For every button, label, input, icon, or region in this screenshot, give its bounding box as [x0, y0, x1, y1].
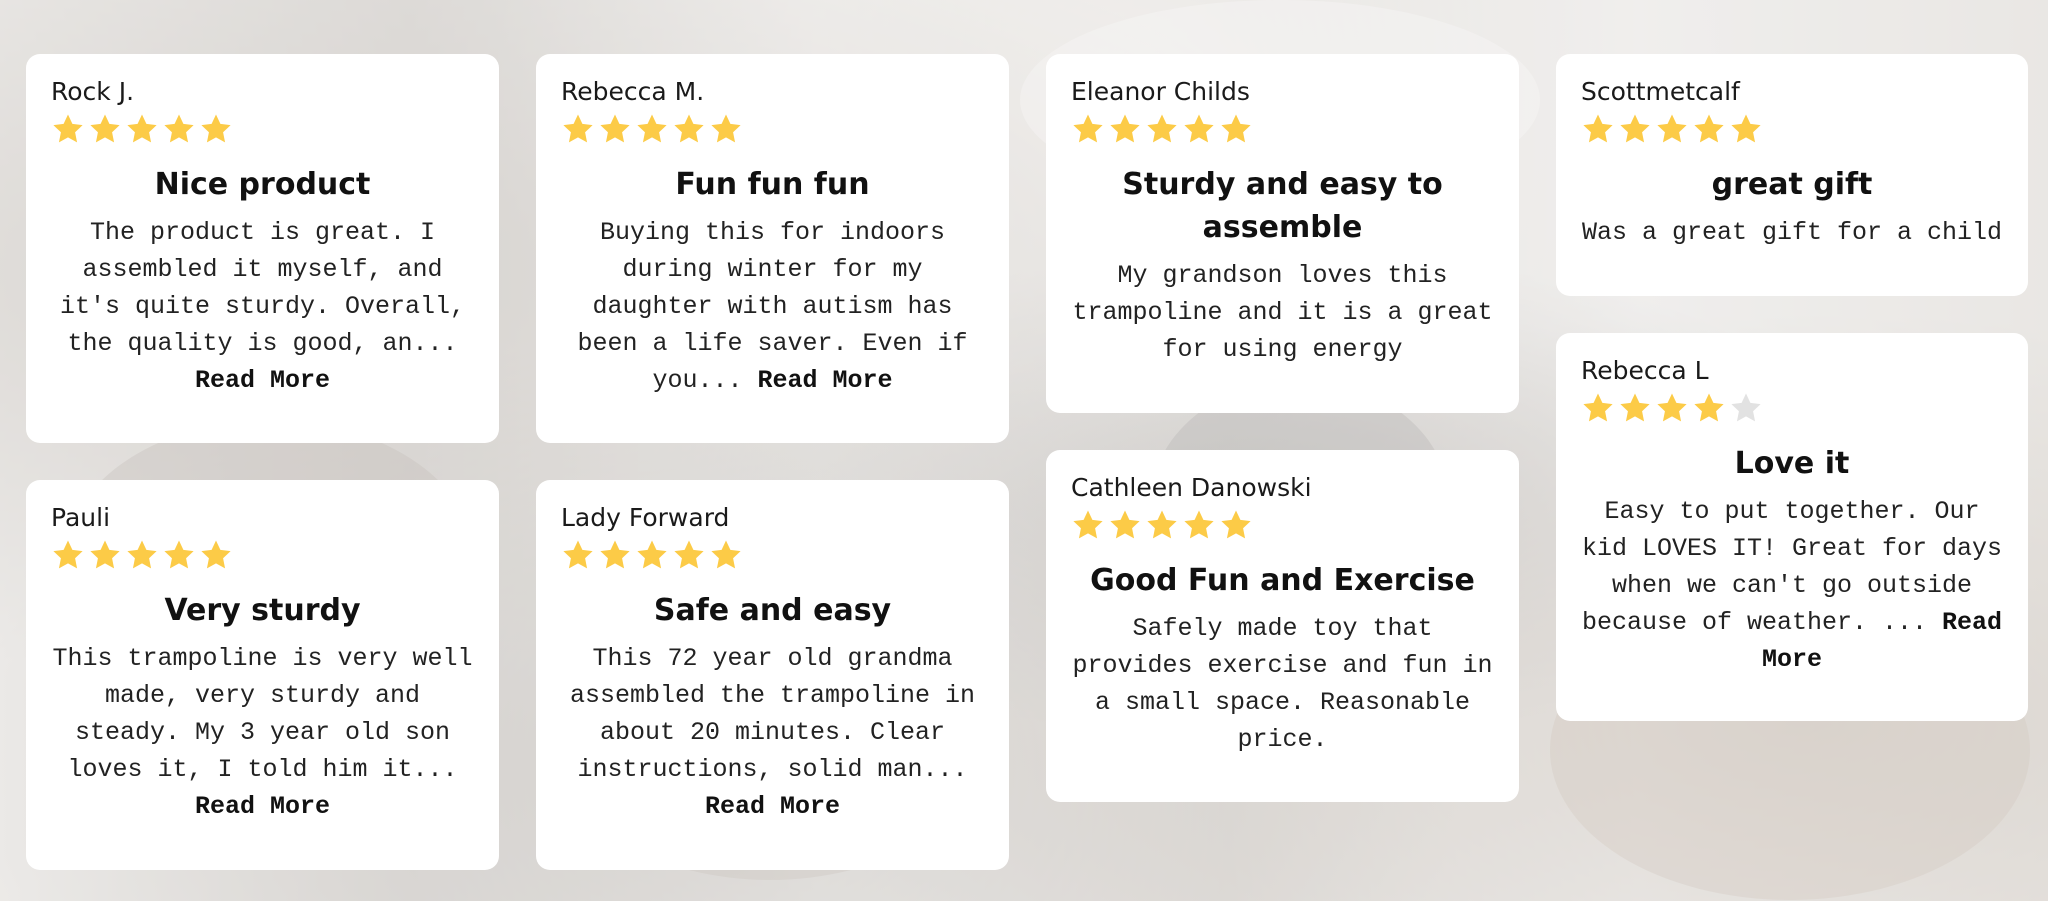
review-card: Lady Forward Safe and easy This 72 year … — [536, 480, 1009, 870]
review-text: My grandson loves this trampoline and it… — [1072, 261, 1493, 364]
star-filled-icon — [637, 540, 667, 569]
star-filled-icon — [1583, 393, 1613, 422]
star-filled-icon — [674, 540, 704, 569]
review-card: Rock J. Nice product The product is grea… — [26, 54, 499, 443]
star-filled-icon — [53, 114, 83, 143]
star-filled-icon — [164, 114, 194, 143]
review-text: This trampoline is very well made, very … — [52, 644, 473, 784]
review-author: Rock J. — [51, 77, 135, 106]
review-author: Lady Forward — [561, 503, 730, 532]
review-text: Was a great gift for a child — [1581, 218, 2003, 247]
review-body: Safely made toy that provides exercise a… — [1071, 610, 1494, 758]
read-more-link[interactable]: Read More — [705, 792, 840, 821]
review-author: Eleanor Childs — [1071, 77, 1250, 106]
star-filled-icon — [201, 114, 231, 143]
star-filled-icon — [1110, 510, 1140, 539]
review-card: Rebecca L Love it Easy to put together. … — [1556, 333, 2028, 721]
review-author: Pauli — [51, 503, 111, 532]
star-filled-icon — [90, 540, 120, 569]
read-more-link[interactable]: Read More — [195, 366, 330, 395]
review-title: Safe and easy — [653, 593, 892, 628]
star-filled-icon — [1073, 510, 1103, 539]
review-text: Easy to put together. Our kid LOVES IT! … — [1581, 497, 2003, 637]
review-author: Scottmetcalf — [1581, 77, 1740, 106]
star-rating — [1581, 391, 2003, 425]
star-filled-icon — [1221, 510, 1251, 539]
star-rating — [561, 538, 984, 572]
review-author: Rebecca L — [1581, 356, 1709, 385]
review-body: The product is great. I assembled it mys… — [51, 214, 474, 399]
star-rating — [1071, 112, 1494, 146]
review-card: Scottmetcalf great gift Was a great gift… — [1556, 54, 2028, 296]
star-filled-icon — [563, 114, 593, 143]
read-more-link[interactable]: Read More — [195, 792, 330, 821]
star-filled-icon — [1110, 114, 1140, 143]
review-text: Safely made toy that provides exercise a… — [1072, 614, 1493, 754]
review-card: Rebecca M. Fun fun fun Buying this for i… — [536, 54, 1009, 443]
review-card: Eleanor Childs Sturdy and easy to assemb… — [1046, 54, 1519, 413]
review-card: Cathleen Danowski Good Fun and Exercise … — [1046, 450, 1519, 802]
review-author: Rebecca M. — [561, 77, 705, 106]
review-body: Easy to put together. Our kid LOVES IT! … — [1581, 493, 2003, 678]
review-title: Nice product — [154, 167, 371, 202]
star-filled-icon — [1694, 393, 1724, 422]
review-title: great gift — [1711, 167, 1873, 202]
star-filled-icon — [201, 540, 231, 569]
review-body: Buying this for indoors during winter fo… — [561, 214, 984, 399]
star-filled-icon — [600, 540, 630, 569]
review-author: Cathleen Danowski — [1071, 473, 1312, 502]
star-filled-icon — [1184, 114, 1214, 143]
star-rating — [1071, 508, 1494, 542]
star-filled-icon — [1694, 114, 1724, 143]
review-card: Pauli Very sturdy This trampoline is ver… — [26, 480, 499, 870]
star-filled-icon — [600, 114, 630, 143]
star-rating — [1581, 112, 2003, 146]
review-text: This 72 year old grandma assembled the t… — [569, 644, 976, 784]
star-filled-icon — [637, 114, 667, 143]
star-filled-icon — [1583, 114, 1613, 143]
review-title: Fun fun fun — [675, 167, 870, 202]
star-filled-icon — [90, 114, 120, 143]
star-filled-icon — [164, 540, 194, 569]
review-body: Was a great gift for a child — [1581, 214, 2003, 251]
review-body: This trampoline is very well made, very … — [51, 640, 474, 825]
star-filled-icon — [53, 540, 83, 569]
star-filled-icon — [1147, 510, 1177, 539]
star-filled-icon — [127, 114, 157, 143]
review-title: Sturdy and easy to assemble — [1122, 167, 1443, 245]
star-filled-icon — [674, 114, 704, 143]
star-filled-icon — [1184, 510, 1214, 539]
review-body: My grandson loves this trampoline and it… — [1071, 257, 1494, 368]
star-filled-icon — [1620, 114, 1650, 143]
star-filled-icon — [1620, 393, 1650, 422]
star-filled-icon — [1073, 114, 1103, 143]
star-filled-icon — [1657, 393, 1687, 422]
review-title: Good Fun and Exercise — [1090, 563, 1475, 598]
review-body: This 72 year old grandma assembled the t… — [561, 640, 984, 825]
star-filled-icon — [563, 540, 593, 569]
star-rating — [51, 112, 474, 146]
star-empty-icon — [1731, 393, 1761, 422]
star-filled-icon — [1731, 114, 1761, 143]
star-filled-icon — [1221, 114, 1251, 143]
star-filled-icon — [1657, 114, 1687, 143]
star-filled-icon — [711, 540, 741, 569]
star-rating — [51, 538, 474, 572]
review-title: Very sturdy — [164, 593, 361, 628]
review-text: The product is great. I assembled it mys… — [59, 218, 466, 358]
star-rating — [561, 112, 984, 146]
star-filled-icon — [127, 540, 157, 569]
star-filled-icon — [711, 114, 741, 143]
review-title: Love it — [1734, 446, 1850, 481]
star-filled-icon — [1147, 114, 1177, 143]
read-more-link[interactable]: Read More — [758, 366, 893, 395]
